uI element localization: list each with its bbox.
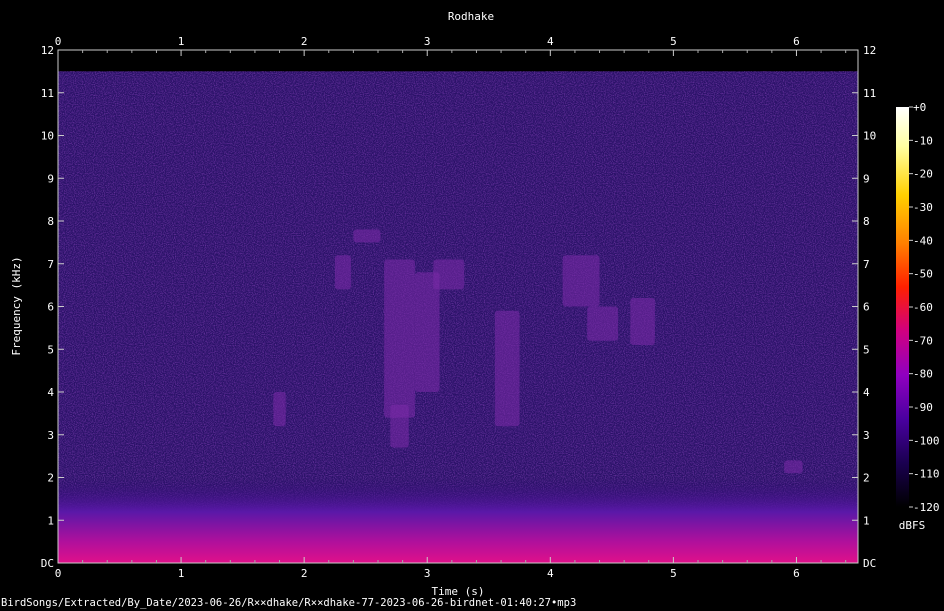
y-axis-label: Frequency (kHz): [10, 256, 23, 355]
low-frequency-band: [58, 477, 858, 563]
colorbar: [896, 107, 909, 507]
y-tick-label: 8: [47, 215, 54, 228]
vocalization-mark: [784, 460, 803, 474]
y-tick-label: 11: [41, 87, 54, 100]
chart-title: Rodhake: [448, 10, 494, 23]
colorbar-tick-label: -110: [913, 468, 940, 481]
colorbar-tick-label: -40: [913, 234, 933, 247]
x-tick-label: 4: [547, 35, 554, 48]
y-tick-label: 10: [41, 130, 54, 143]
y-tick-label: 12: [41, 44, 54, 57]
vocalization-mark: [353, 229, 381, 243]
y-tick-label: 5: [863, 343, 870, 356]
vocalization-mark: [390, 404, 409, 448]
x-tick-label: 6: [793, 35, 800, 48]
colorbar-tick-label: -90: [913, 401, 933, 414]
y-tick-label: 9: [47, 172, 54, 185]
vocalization-mark: [562, 255, 600, 307]
colorbar-ticks: +0 -10 -20 -30 -40 -50 -60 -70 -80 -90 -100 -110 -12…: [909, 101, 940, 514]
vocalization-mark: [273, 392, 286, 427]
vocalization-mark: [433, 259, 465, 290]
vocalization-mark: [587, 306, 618, 341]
y-tick-label: 2: [863, 472, 870, 485]
y-tick-label: 5: [47, 343, 54, 356]
x-tick-label: 0: [55, 567, 62, 580]
y-tick-label: 3: [47, 429, 54, 442]
spectrogram-chart: 00112233445566 DC DC1 12 23 34 45 56 67 78 89 910 1…: [10, 10, 940, 598]
colorbar-tick-label: -20: [913, 168, 933, 181]
vocalization-mark: [384, 259, 415, 418]
y-tick-label: 1: [47, 514, 54, 527]
x-tick-label: 2: [301, 567, 308, 580]
vocalization-mark: [494, 310, 520, 427]
x-tick-label: 5: [670, 567, 677, 580]
y-tick-label: DC: [41, 557, 54, 570]
x-tick-label: 2: [301, 35, 308, 48]
x-tick-label: 6: [793, 567, 800, 580]
colorbar-tick-label: -70: [913, 334, 933, 347]
file-path-caption: BirdSongs/Extracted/By_Date/2023-06-26/R…: [1, 597, 577, 609]
y-tick-label: 7: [863, 258, 870, 271]
colorbar-tick-label: -10: [913, 134, 933, 147]
x-tick-label: 1: [178, 35, 185, 48]
colorbar-tick-label: -60: [913, 301, 933, 314]
colorbar-tick-label: -80: [913, 368, 933, 381]
colorbar-tick-label: -30: [913, 201, 933, 214]
colorbar-label: dBFS: [899, 519, 926, 532]
colorbar-tick-label: -120: [913, 501, 940, 514]
x-tick-label: 4: [547, 567, 554, 580]
x-tick-label: 0: [55, 35, 62, 48]
y-tick-label: 2: [47, 472, 54, 485]
y-tick-label: 10: [863, 130, 876, 143]
y-tick-label: 6: [863, 301, 870, 314]
colorbar-tick-label: +0: [913, 101, 926, 114]
y-tick-label: 1: [863, 514, 870, 527]
vocalization-mark: [630, 297, 655, 345]
y-tick-label: 6: [47, 301, 54, 314]
x-tick-label: 3: [424, 35, 431, 48]
y-tick-label: 8: [863, 215, 870, 228]
y-tick-label: 4: [47, 386, 54, 399]
y-tick-label: 4: [863, 386, 870, 399]
x-tick-label: 1: [178, 567, 185, 580]
vocalization-mark: [414, 272, 440, 392]
y-tick-label: 12: [863, 44, 876, 57]
y-tick-label: 7: [47, 258, 54, 271]
y-tick-label: 3: [863, 429, 870, 442]
y-tick-label: 9: [863, 172, 870, 185]
y-tick-label: DC: [863, 557, 876, 570]
x-tick-label: 3: [424, 567, 431, 580]
vocalization-mark: [334, 255, 351, 290]
y-tick-label: 11: [863, 87, 876, 100]
colorbar-tick-label: -100: [913, 434, 940, 447]
x-tick-label: 5: [670, 35, 677, 48]
colorbar-tick-label: -50: [913, 268, 933, 281]
